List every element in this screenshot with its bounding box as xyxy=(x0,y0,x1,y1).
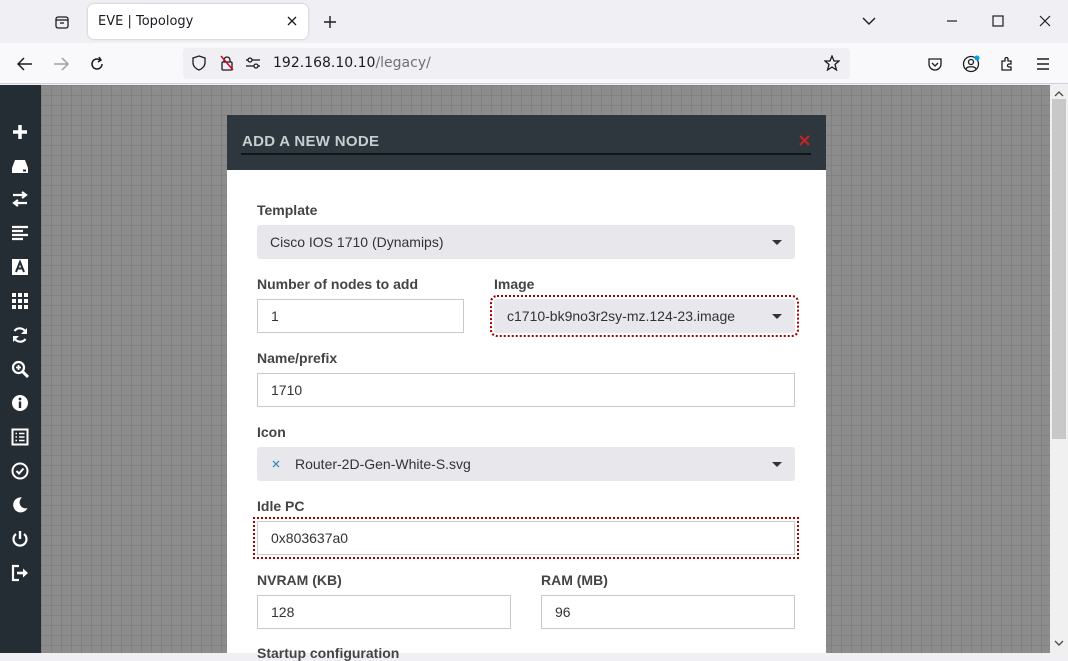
startup-config-label: Startup configuration xyxy=(257,645,400,661)
nodes-icon[interactable] xyxy=(8,154,32,178)
image-value: c1710-bk9no3r2sy-mz.124-23.image xyxy=(507,308,736,324)
account-icon[interactable] xyxy=(957,50,985,78)
modal-header: ADD A NEW NODE xyxy=(227,115,826,170)
insecure-lock-icon[interactable] xyxy=(217,53,237,73)
dark-mode-icon[interactable] xyxy=(8,493,32,517)
networks-icon[interactable] xyxy=(8,187,32,211)
add-icon[interactable] xyxy=(8,120,32,144)
info-icon[interactable] xyxy=(8,391,32,415)
chevron-down-icon xyxy=(772,462,782,467)
tab-close-icon[interactable] xyxy=(282,11,302,31)
nvram-value: 128 xyxy=(271,604,295,620)
icon-label: Icon xyxy=(257,424,286,440)
grid-icon[interactable] xyxy=(8,289,32,313)
url-text[interactable]: 192.168.10.10/legacy/ xyxy=(273,55,431,71)
chevron-down-icon xyxy=(772,240,782,245)
node-count-label: Number of nodes to add xyxy=(257,276,418,292)
browser-tab-bar: EVE | Topology xyxy=(0,0,1068,43)
name-prefix-input[interactable]: 1710 xyxy=(257,373,795,407)
idle-pc-value: 0x803637a0 xyxy=(271,530,349,546)
icon-value: Router-2D-Gen-White-S.svg xyxy=(295,456,471,472)
lab-details-icon[interactable] xyxy=(8,425,32,449)
url-bar[interactable]: 192.168.10.10/legacy/ xyxy=(183,48,850,79)
template-value: Cisco IOS 1710 (Dynamips) xyxy=(270,234,444,250)
nvram-input[interactable]: 128 xyxy=(257,595,511,629)
page-scrollbar[interactable] xyxy=(1050,85,1068,653)
modal-close-icon[interactable] xyxy=(797,133,811,147)
url-path: /legacy/ xyxy=(375,55,431,71)
power-icon[interactable] xyxy=(8,527,32,551)
add-node-modal: ADD A NEW NODE Template Cisco IOS 1710 (… xyxy=(227,115,826,661)
zoom-icon[interactable] xyxy=(8,357,32,381)
name-prefix-label: Name/prefix xyxy=(257,350,338,366)
tab-list-icon[interactable] xyxy=(48,8,76,36)
idle-pc-label: Idle PC xyxy=(257,498,305,514)
template-select[interactable]: Cisco IOS 1710 (Dynamips) xyxy=(257,225,795,259)
name-prefix-value: 1710 xyxy=(271,382,303,398)
url-host: 192.168.10.10 xyxy=(273,55,376,71)
browser-nav-bar: 192.168.10.10/legacy/ xyxy=(0,43,1068,84)
minimize-icon[interactable] xyxy=(937,6,967,36)
tab-title: EVE | Topology xyxy=(98,14,194,29)
ram-input[interactable]: 96 xyxy=(541,595,795,629)
ram-label: RAM (MB) xyxy=(541,572,608,588)
status-icon[interactable] xyxy=(8,459,32,483)
browser-tab[interactable]: EVE | Topology xyxy=(88,4,308,39)
back-icon[interactable] xyxy=(11,50,39,78)
scroll-down-icon[interactable] xyxy=(1053,637,1065,649)
forward-icon[interactable] xyxy=(47,50,75,78)
pocket-icon[interactable] xyxy=(921,50,949,78)
reload-icon[interactable] xyxy=(83,50,111,78)
chevron-down-icon xyxy=(772,314,782,319)
window-close-icon[interactable] xyxy=(1030,6,1060,36)
modal-title: ADD A NEW NODE xyxy=(242,133,380,150)
icon-select[interactable]: Router-2D-Gen-White-S.svg xyxy=(257,447,795,481)
new-tab-icon[interactable] xyxy=(318,10,342,34)
maximize-icon[interactable] xyxy=(983,6,1013,36)
node-count-value: 1 xyxy=(271,308,279,324)
template-label: Template xyxy=(257,202,318,218)
scroll-thumb[interactable] xyxy=(1052,99,1066,439)
refresh-icon[interactable] xyxy=(8,323,32,347)
router-icon xyxy=(270,458,282,470)
site-permissions-icon[interactable] xyxy=(243,53,263,73)
text-icon[interactable] xyxy=(8,255,32,279)
ram-value: 96 xyxy=(555,604,571,620)
idle-pc-input[interactable]: 0x803637a0 xyxy=(253,517,799,559)
extensions-icon[interactable] xyxy=(993,50,1021,78)
tracking-protection-shield-icon[interactable] xyxy=(189,53,209,73)
title-divider xyxy=(241,153,811,155)
nvram-label: NVRAM (KB) xyxy=(257,572,342,588)
node-count-input[interactable]: 1 xyxy=(257,299,464,333)
image-select[interactable]: c1710-bk9no3r2sy-mz.124-23.image xyxy=(490,295,799,337)
logout-icon[interactable] xyxy=(8,561,32,585)
app-menu-icon[interactable] xyxy=(1029,50,1057,78)
image-label: Image xyxy=(494,276,535,292)
eve-sidebar xyxy=(0,85,41,653)
scroll-up-icon[interactable] xyxy=(1053,87,1065,99)
tab-overflow-chevron-icon[interactable] xyxy=(854,6,884,36)
bookmark-star-icon[interactable] xyxy=(822,53,842,73)
startup-configs-icon[interactable] xyxy=(8,221,32,245)
